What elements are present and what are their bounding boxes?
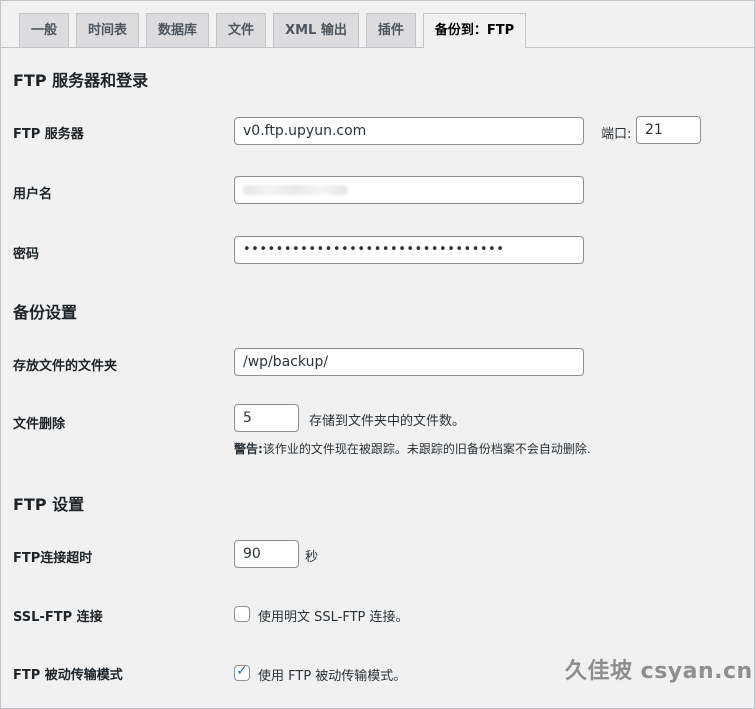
ssl-label: SSL-FTP 连接 [13,610,103,625]
passive-label: FTP 被动传输模式 [13,668,123,683]
passive-checkbox[interactable]: ✓ [234,663,250,681]
password-label: 密码 [13,247,40,262]
file-delete-suffix: 存储到文件夹中的文件数。 [309,414,466,429]
checkmark-icon: ✓ [236,663,248,679]
file-delete-warning: 警告:该作业的文件现在被跟踪。未跟踪的旧备份档案不会自动删除. [234,440,591,457]
section-title-ftp-server-login: FTP 服务器和登录 [13,71,149,90]
file-delete-input[interactable]: 5 [234,404,299,432]
tab-general[interactable]: 一般 [19,13,70,47]
tab-backup-ftp[interactable]: 备份到：FTP [422,13,527,48]
watermark: 久佳坡 csyan.cn [565,659,753,684]
ssl-checkbox-label[interactable]: 使用明文 SSL-FTP 连接。 [258,606,409,625]
ssl-checkbox[interactable] [234,606,250,622]
file-delete-label: 文件删除 [13,417,66,432]
folder-label: 存放文件的文件夹 [13,359,118,374]
port-label: 端口: [601,127,632,142]
redacted-username [243,185,348,195]
settings-panel: 一般 时间表 数据库 文件 XML 输出 插件 备份到：FTP FTP 服务器和… [0,0,755,709]
ftp-server-label: FTP 服务器 [13,127,84,142]
warning-text: 该作业的文件现在被跟踪。未跟踪的旧备份档案不会自动删除. [262,442,591,456]
passive-checkbox-label[interactable]: 使用 FTP 被动传输模式。 [258,665,406,684]
timeout-suffix: 秒 [305,550,319,565]
tab-bar: 一般 时间表 数据库 文件 XML 输出 插件 备份到：FTP [19,13,533,48]
port-input[interactable]: 21 [636,116,701,144]
section-title-backup-settings: 备份设置 [13,303,78,322]
ftp-server-input[interactable]: v0.ftp.upyun.com [234,117,584,145]
password-input[interactable]: •••••••••••••••••••••••••••••••• [234,236,584,264]
username-input[interactable] [234,176,584,204]
tab-plugins[interactable]: 插件 [365,13,416,47]
tab-database[interactable]: 数据库 [146,13,210,47]
folder-input[interactable]: /wp/backup/ [234,348,584,376]
tab-xml-export[interactable]: XML 输出 [273,13,359,47]
section-title-ftp-settings: FTP 设置 [13,495,85,514]
timeout-input[interactable]: 90 [234,540,299,568]
tab-files[interactable]: 文件 [216,13,267,47]
tab-schedule[interactable]: 时间表 [76,13,140,47]
warning-prefix: 警告: [234,442,263,456]
username-label: 用户名 [13,187,53,202]
timeout-label: FTP连接超时 [13,551,93,566]
